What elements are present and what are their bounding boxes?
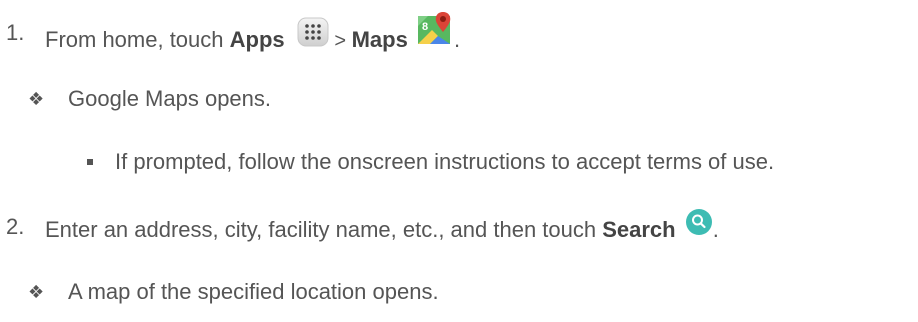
step-number: 2. [6,214,25,239]
search-label: Search [602,216,676,242]
svg-text:8: 8 [422,21,428,33]
step-text: From home, touch [45,26,230,52]
step-text: Enter an address, city, facility name, e… [45,216,603,242]
google-maps-icon: 8 [417,10,454,52]
result-text: Google Maps opens. [68,86,272,111]
period: . [712,216,719,242]
square-bullet-icon [87,159,93,165]
separator: > [328,29,352,52]
diamond-bullet-icon: ❖ [28,89,45,109]
apps-grid-icon [297,17,329,53]
sub-bullet-text: If prompted, follow the onscreen instruc… [115,149,775,174]
result-text: A map of the specified location opens. [68,279,439,304]
period: . [453,26,461,52]
diamond-bullet-icon: ❖ [28,282,45,302]
apps-label: Apps [229,26,285,52]
search-magnifier-icon [685,208,713,242]
maps-label: Maps [351,26,408,52]
step-number: 1. [6,20,25,45]
